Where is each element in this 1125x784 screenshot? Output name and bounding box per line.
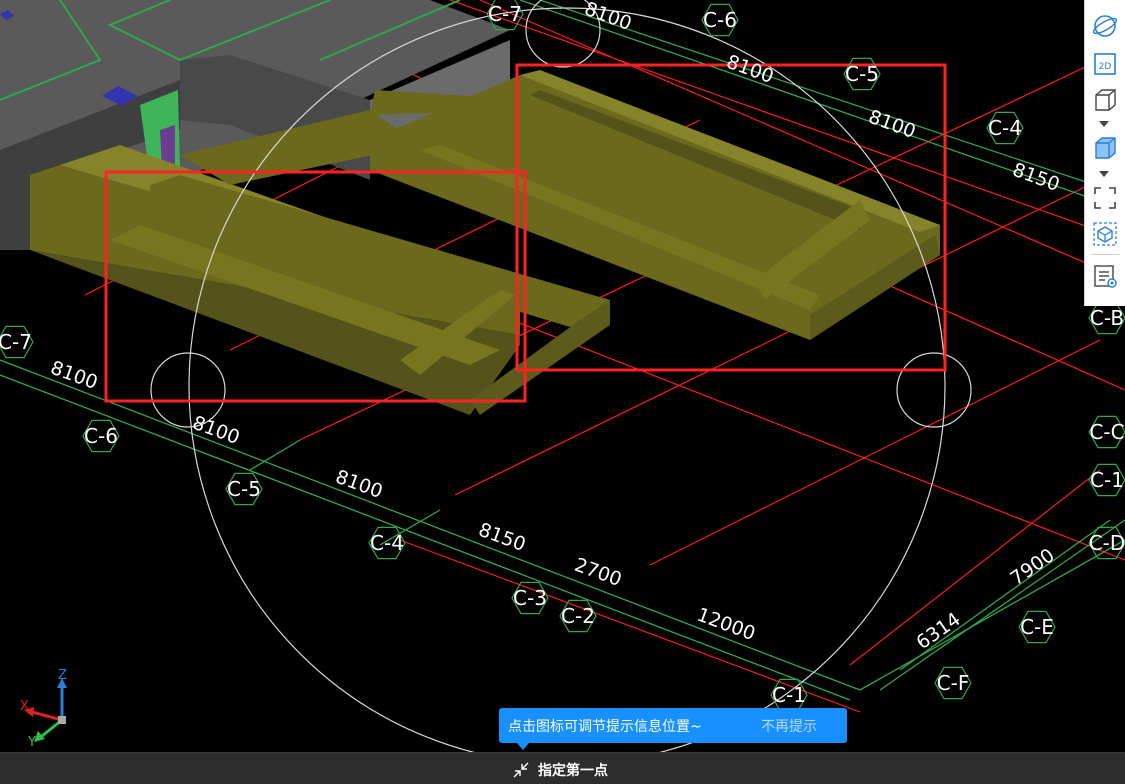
fullscreen-button[interactable] (1090, 184, 1120, 212)
orbit-icon (1092, 15, 1118, 37)
view-cube-icon (1093, 222, 1117, 246)
x-axis (31, 710, 63, 722)
grid-axis-label: C-5 (845, 62, 879, 86)
axis-line (0, 374, 851, 701)
grid-axis-label: C-4 (988, 116, 1022, 140)
orbit-handle-left[interactable] (150, 352, 226, 428)
fullscreen-icon (1094, 187, 1116, 209)
svg-text:2D: 2D (1099, 62, 1112, 72)
grid-axis-label: C-7 (488, 2, 522, 26)
dimension-label: 7900 (1006, 544, 1058, 590)
grid-axis-label: C-C (1089, 420, 1124, 444)
orbit-button[interactable] (1090, 12, 1120, 40)
properties-button[interactable] (1090, 262, 1120, 290)
chevron-down-icon[interactable] (1098, 120, 1110, 128)
dimension-label: 6314 (912, 608, 964, 654)
view-2d-icon: 2D (1094, 53, 1116, 75)
view-2d-button[interactable]: 2D (1090, 50, 1120, 78)
hint-message: 点击图标可调节提示信息位置~ (508, 719, 702, 735)
command-prompt: 指定第一点 (538, 763, 608, 779)
orbit-handle-right[interactable] (896, 352, 972, 428)
dimension-label: 8150 (476, 519, 529, 556)
grid-axis-label: C-6 (703, 8, 737, 32)
grid-axis-label: C-1 (772, 683, 806, 707)
view-3d-wire-icon (1095, 89, 1116, 111)
grid-axis-label: C-1 (1090, 468, 1124, 492)
grid-axis-label: C-F (937, 671, 970, 695)
grid-axis-label: C-7 (0, 330, 32, 354)
red-grid-line (849, 469, 1101, 666)
grid-axis-label: C-4 (370, 531, 404, 555)
properties-icon (1094, 265, 1117, 288)
model-canvas[interactable]: C-7 C-6 C-5 C-4 C-B C-C C-1 C-D C-E C-F C-7 C-6 C-5 C… (0, 0, 1125, 752)
grid-axis-label: C-D (1089, 531, 1125, 555)
red-grid-line (649, 339, 1101, 566)
grid-axis-label: C-B (1090, 306, 1124, 330)
z-axis-label: Z (58, 668, 67, 683)
y-axis-label: Y (27, 735, 36, 748)
tip-pointer (517, 743, 529, 750)
view-3d-solid-button[interactable] (1090, 134, 1120, 162)
view-3d-solid-icon (1095, 137, 1116, 159)
dimension-label: 8100 (582, 0, 635, 35)
axis-gizmo: Z X Y (20, 668, 67, 748)
view-3d-wire-button[interactable] (1090, 86, 1120, 114)
dimension-label: 8100 (866, 106, 919, 143)
view-toolbar: 2D (1084, 0, 1125, 306)
snap-cursor-icon (513, 762, 529, 778)
grid-axis-label: C-5 (227, 477, 261, 501)
chevron-down-icon[interactable] (1098, 170, 1110, 178)
toolbar-divider (1091, 254, 1119, 255)
dimension-label: 8150 (1010, 159, 1063, 196)
view-cube-button[interactable] (1090, 220, 1120, 248)
cad-3d-viewport[interactable]: C-7 C-6 C-5 C-4 C-B C-C C-1 C-D C-E C-F C-7 C-6 C-5 C… (0, 0, 1125, 752)
grid-axis-label: C-E (1020, 615, 1054, 639)
command-status-bar: 指定第一点 (0, 752, 1125, 784)
grid-axis-label: C-2 (561, 604, 595, 628)
dont-show-again-link[interactable]: 不再提示 (761, 716, 817, 736)
x-axis-label: X (20, 699, 29, 714)
dimension-label: 2700 (572, 554, 625, 591)
grid-axis-label: C-6 (84, 424, 118, 448)
dimension-label: 8100 (724, 51, 777, 88)
grid-axis-label: C-3 (513, 586, 547, 610)
axis-line (859, 539, 1125, 691)
hint-tip-bar[interactable]: 点击图标可调节提示信息位置~ 不再提示 (499, 708, 847, 750)
